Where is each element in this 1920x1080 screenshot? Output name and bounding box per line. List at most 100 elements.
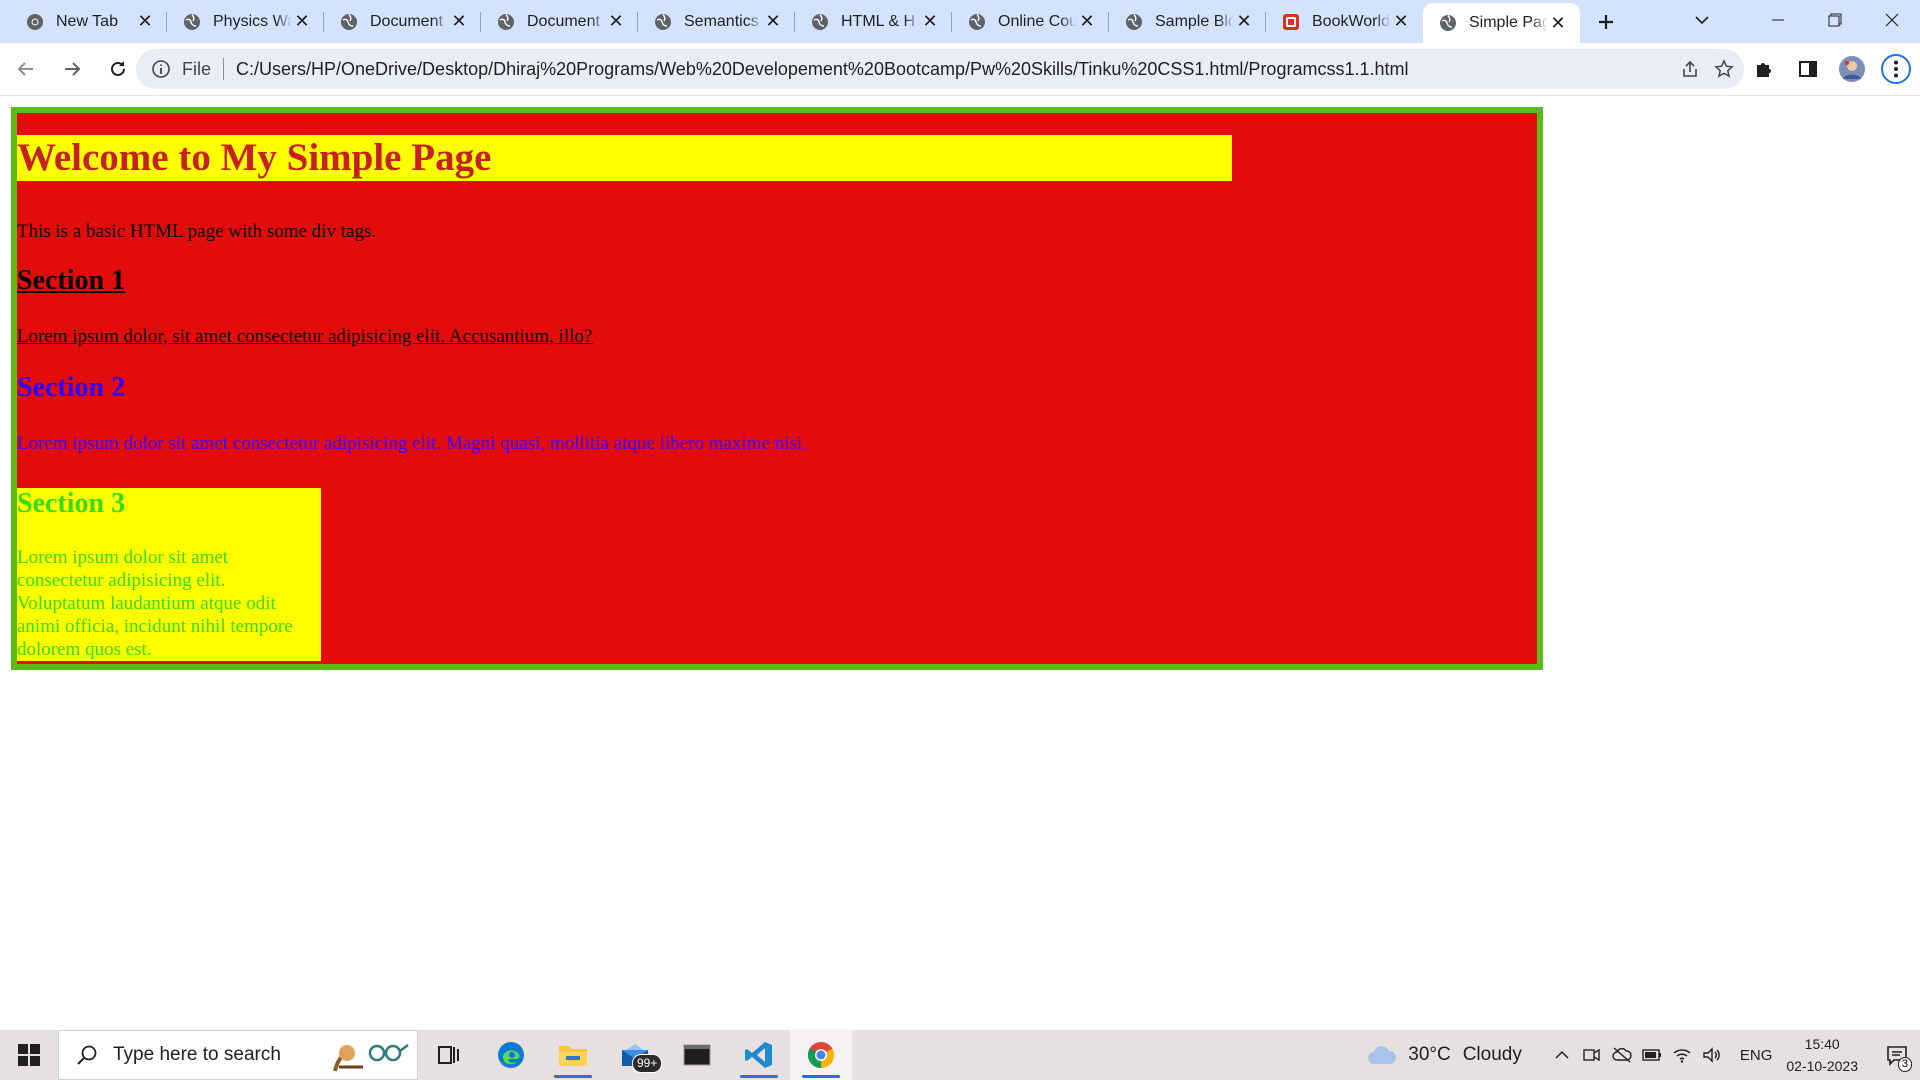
section-1-heading: Section 1 xyxy=(17,265,126,296)
info-icon[interactable] xyxy=(150,58,172,80)
meet-now-icon[interactable] xyxy=(1582,1045,1602,1065)
globe-icon xyxy=(655,13,671,30)
tab-title: New Tab xyxy=(56,12,118,30)
new-tab-button[interactable] xyxy=(1586,2,1626,42)
tab-title: Document xyxy=(527,12,600,30)
tab-list: New Tab ✕ Physics Wa ✕ Document ✕ Docume… xyxy=(0,0,1626,43)
tab-title: HTML & H xyxy=(841,12,916,30)
side-panel-icon xyxy=(1799,61,1817,77)
start-button[interactable] xyxy=(0,1030,58,1080)
url-text[interactable]: C:/Users/HP/OneDrive/Desktop/Dhiraj%20Pr… xyxy=(236,59,1408,80)
intro-text: This is a basic HTML page with some div … xyxy=(17,221,377,242)
edge-button[interactable] xyxy=(480,1030,542,1080)
tab-close-icon[interactable]: ✕ xyxy=(1548,13,1568,33)
terminal-button[interactable] xyxy=(666,1030,728,1080)
tab-close-icon[interactable]: ✕ xyxy=(1077,11,1097,32)
menu-button[interactable] xyxy=(1876,49,1916,89)
tab-strip: New Tab ✕ Physics Wa ✕ Document ✕ Docume… xyxy=(0,0,1920,43)
chevron-down-icon xyxy=(1695,16,1709,25)
chrome-button[interactable] xyxy=(790,1030,852,1080)
back-button[interactable] xyxy=(6,49,46,89)
tab-close-icon[interactable]: ✕ xyxy=(920,11,940,32)
clock[interactable]: 15:40 02-10-2023 xyxy=(1786,1033,1858,1077)
restore-icon xyxy=(1828,13,1841,27)
tab-simple-page[interactable]: Simple Pag ✕ xyxy=(1423,3,1580,43)
close-window-button[interactable] xyxy=(1863,0,1920,40)
mail-badge: 99+ xyxy=(632,1054,663,1073)
battery-icon[interactable] xyxy=(1642,1045,1662,1065)
tab-close-icon[interactable]: ✕ xyxy=(292,11,312,32)
side-panel-button[interactable] xyxy=(1788,49,1828,89)
tab-html[interactable]: HTML & H ✕ xyxy=(795,0,952,43)
section-3-heading: Section 3 xyxy=(17,488,126,519)
tab-close-icon[interactable]: ✕ xyxy=(449,11,469,32)
onedrive-offline-icon[interactable] xyxy=(1612,1045,1632,1065)
vscode-button[interactable] xyxy=(728,1030,790,1080)
restore-button[interactable] xyxy=(1806,0,1863,40)
search-icon xyxy=(77,1045,97,1065)
tab-title: Physics Wa xyxy=(213,12,292,30)
minimize-button[interactable] xyxy=(1749,0,1806,40)
tab-physics[interactable]: Physics Wa ✕ xyxy=(167,0,324,43)
notifications-button[interactable]: 3 xyxy=(1874,1030,1920,1080)
edge-icon xyxy=(498,1042,524,1068)
star-icon[interactable] xyxy=(1714,59,1734,79)
tab-bookworld[interactable]: BookWorld ✕ xyxy=(1266,0,1423,43)
browser-toolbar: File C:/Users/HP/OneDrive/Desktop/Dhiraj… xyxy=(0,43,1920,96)
file-explorer-button[interactable] xyxy=(542,1030,604,1080)
language-indicator[interactable]: ENG xyxy=(1740,1047,1773,1064)
cloud-icon xyxy=(1368,1046,1397,1064)
address-divider xyxy=(223,58,225,80)
tab-semantics[interactable]: Semantics ✕ xyxy=(638,0,795,43)
more-vertical-icon xyxy=(1881,54,1911,84)
globe-icon xyxy=(1126,13,1142,30)
page-title: Welcome to My Simple Page xyxy=(17,135,1232,181)
tray-icons xyxy=(1552,1045,1722,1065)
minimize-icon xyxy=(1771,19,1784,21)
tab-close-icon[interactable]: ✕ xyxy=(135,11,155,32)
scheme-label: File xyxy=(182,58,212,79)
weather-condition: Cloudy xyxy=(1462,1044,1522,1065)
reload-button[interactable] xyxy=(98,49,138,89)
omnibox-actions xyxy=(1680,49,1734,89)
tab-close-icon[interactable]: ✕ xyxy=(606,11,626,32)
extensions-button[interactable] xyxy=(1744,49,1784,89)
folder-icon xyxy=(559,1046,587,1066)
plus-icon xyxy=(1599,14,1613,29)
chrome-icon xyxy=(27,13,43,30)
chevron-up-icon[interactable] xyxy=(1552,1045,1572,1065)
notification-count: 3 xyxy=(1897,1057,1912,1072)
tab-online-course[interactable]: Online Cou ✕ xyxy=(952,0,1109,43)
profile-button[interactable] xyxy=(1832,49,1872,89)
volume-icon[interactable] xyxy=(1702,1045,1722,1065)
wifi-icon[interactable] xyxy=(1672,1045,1692,1065)
tab-title: Semantics xyxy=(684,12,759,30)
terminal-icon xyxy=(683,1044,711,1066)
task-view-icon xyxy=(438,1046,459,1064)
tab-new-tab[interactable]: New Tab ✕ xyxy=(10,0,167,43)
tab-sample-blog[interactable]: Sample Blo ✕ xyxy=(1109,0,1266,43)
tab-title: BookWorld xyxy=(1312,12,1390,30)
share-icon[interactable] xyxy=(1680,59,1700,79)
tab-close-icon[interactable]: ✕ xyxy=(1391,11,1411,32)
task-view-button[interactable] xyxy=(418,1030,480,1080)
tab-search-button[interactable] xyxy=(1677,0,1727,40)
arrow-right-icon xyxy=(65,62,81,76)
tab-close-icon[interactable]: ✕ xyxy=(763,11,783,32)
forward-button[interactable] xyxy=(52,49,92,89)
puzzle-icon xyxy=(1757,63,1771,77)
tab-document-1[interactable]: Document ✕ xyxy=(324,0,481,43)
taskbar-search-box[interactable]: Type here to search xyxy=(58,1030,418,1080)
address-bar[interactable]: File C:/Users/HP/OneDrive/Desktop/Dhiraj… xyxy=(136,49,1744,89)
window-controls xyxy=(1677,0,1920,40)
chrome-icon xyxy=(807,1042,835,1069)
globe-icon xyxy=(812,13,828,30)
section-2-text: Lorem ipsum dolor sit amet consectetur a… xyxy=(17,433,807,454)
weather-widget[interactable]: 30°C Cloudy xyxy=(1366,1044,1522,1066)
tab-document-2[interactable]: Document ✕ xyxy=(481,0,638,43)
globe-icon xyxy=(341,13,357,30)
tab-close-icon[interactable]: ✕ xyxy=(1234,11,1254,32)
globe-icon xyxy=(498,13,514,30)
mail-button[interactable]: 99+ xyxy=(604,1030,666,1080)
system-tray: 30°C Cloudy ENG 15:40 02-10-2023 3 xyxy=(1366,1030,1920,1080)
